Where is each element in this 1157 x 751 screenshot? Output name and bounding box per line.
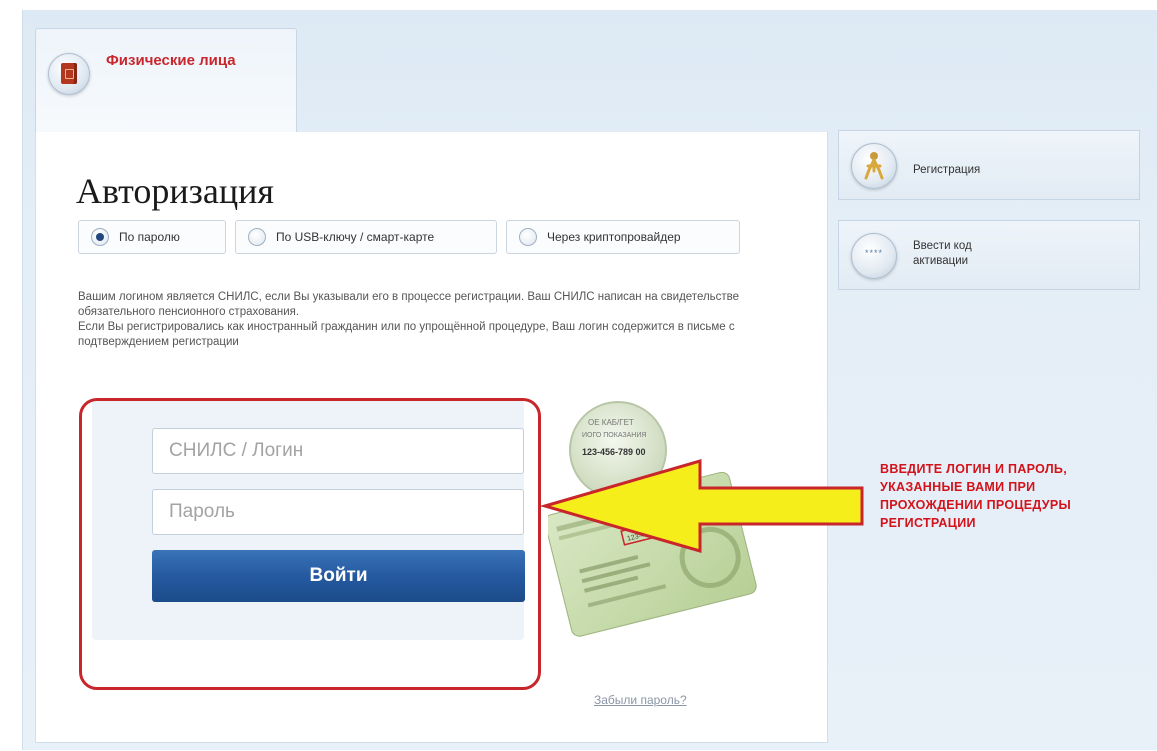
magnifier-text: ОЕ КАБ/ГЕТ (588, 418, 634, 427)
annotation-text: ВВЕДИТЕ ЛОГИН И ПАРОЛЬ, УКАЗАННЫЕ ВАМИ П… (880, 462, 1072, 530)
auth-method-usb[interactable]: По USB-ключу / смарт-карте (235, 220, 497, 254)
pointer-arrow-icon (540, 459, 864, 553)
tab-label: Физические лица (106, 52, 236, 69)
radio-icon (519, 228, 537, 246)
activation-code-icon-text: **** (864, 248, 883, 258)
auth-method-crypto[interactable]: Через криптопровайдер (506, 220, 740, 254)
description-line: Вашим логином является СНИЛС, если Вы ук… (78, 291, 740, 318)
login-description: Вашим логином является СНИЛС, если Вы ук… (78, 290, 778, 350)
document-icon (48, 53, 90, 95)
auth-method-password[interactable]: По паролю (78, 220, 226, 254)
auth-method-label: Через криптопровайдер (547, 230, 681, 244)
highlight-frame (79, 398, 541, 690)
description-line: Если Вы регистрировались как иностранный… (78, 321, 735, 348)
tab-individuals[interactable]: Физические лица (35, 28, 297, 134)
sidebar-item-activation-code[interactable]: **** Ввести код активации (838, 220, 1140, 290)
sidebar-item-registration[interactable]: Регистрация (838, 130, 1140, 200)
activation-code-icon: **** (851, 233, 897, 279)
auth-method-label: По USB-ключу / смарт-карте (276, 230, 435, 244)
forgot-password-link[interactable]: Забыли пароль? (594, 693, 687, 707)
magnifier-text: ИОГО ПОКАЗАНИЯ (582, 432, 646, 439)
person-icon (851, 143, 897, 189)
page-title: Авторизация (76, 171, 274, 211)
radio-selected-icon (91, 228, 109, 246)
auth-method-label: По паролю (119, 230, 180, 244)
radio-icon (248, 228, 266, 246)
sidebar-item-label: Регистрация (913, 164, 981, 176)
sidebar-item-label: Ввести код активации (913, 240, 972, 267)
